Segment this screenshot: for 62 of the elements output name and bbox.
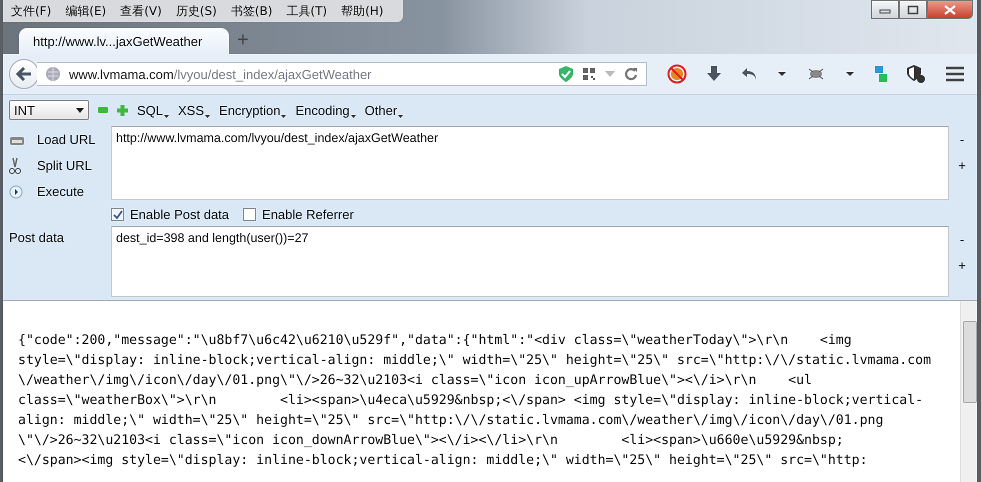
menu-item[interactable]: 帮助(H) [341,2,384,20]
response-text-line: style=\"display: inline-block;vertical-align: middle;\" width=\"25\" height=\"25\" src=\"http:\/\/static.lvmama.com [18,352,932,370]
type-select[interactable]: INT [9,100,89,120]
menu-item[interactable]: 工具(T) [286,2,328,20]
post-data-label: Post data [9,230,64,245]
dropdown-icon[interactable] [777,71,788,77]
response-text-line: {"code":200,"message":"\u8bf7\u6c42\u6210\u529f","data":{"html":"<div class=\"weatherToday\">\r\n <img [18,332,853,350]
menu-icon[interactable] [945,66,965,82]
menu-item[interactable]: 查看(V) [120,2,162,20]
checkbox-label: Enable Post data [130,207,230,222]
reload-icon[interactable] [624,67,638,81]
hackbar-menu[interactable]: Other [364,102,404,118]
resize-button[interactable]: - [960,130,964,150]
hackbar-menu[interactable]: XSS [178,102,210,118]
bug-icon[interactable] [806,66,826,82]
hackbar-menu[interactable]: Encryption [219,102,286,118]
maximize-button[interactable] [899,0,927,19]
shield-check-icon [558,65,574,83]
action-link[interactable]: Split URL [37,158,92,173]
menu-item[interactable]: 历史(S) [176,2,217,20]
caret-icon [281,114,286,118]
play-icon [9,184,25,198]
undo-icon[interactable] [740,66,758,82]
close-icon [943,4,957,14]
dropdown-icon[interactable] [844,71,855,77]
hackbar-menu[interactable]: Encoding [295,102,356,118]
scrollbar[interactable] [960,301,977,482]
checkbox-label: Enable Referrer [262,207,354,222]
maximize-icon [907,4,919,14]
minimize-button[interactable] [871,0,899,19]
menu-item[interactable]: 书签(B) [230,2,272,20]
back-arrow-icon [16,67,32,81]
checkbox[interactable] [243,208,256,221]
shield-icon[interactable] [906,64,926,84]
response-text-line: \"\/>26~32\u2103<i class=\"icon icon_downArrowBlue\"><\/i><\/li>\r\n <li><span>\u660e\u5929&nbsp; [18,432,845,450]
globe-icon [45,66,61,82]
checkbox[interactable] [111,208,124,221]
hackbar-menu[interactable]: SQL [137,102,170,118]
address-field[interactable]: www.lvmama.com/lvyou/dest_index/ajaxGetWeather [37,62,647,86]
resize-button[interactable]: - [960,230,964,250]
browser-tab[interactable]: http://www.lv...jaxGetWeather [19,28,229,54]
response-text-line: <\/span><img style=\"display: inline-block;vertical-align: middle;\" width=\"25\" height=\"25\" src=\"http: [18,452,869,470]
response-text-line: align: middle;\" width=\"25\" height=\"25\" src=\"http:\/\/static.lvmama.com\/weather\/img\/icon\/day\/01.png [18,412,884,430]
caret-icon [350,114,356,118]
close-button[interactable] [927,0,973,19]
dropdown-icon [76,108,84,112]
resize-button[interactable]: + [958,256,966,276]
caret-icon [164,114,170,118]
response-text-line: \/weather\/img\/icon\/day\/01.png\"\/>26~32\u2103<i class=\"icon icon_upArrowBlue\"><\/i>\r\n <ul [18,372,813,390]
url-textarea[interactable]: http://www.lvmama.com/lvyou/dest_index/ajaxGetWeather [111,126,949,200]
menu-item[interactable]: 文件(F) [11,2,52,20]
action-link[interactable]: Execute [37,184,84,199]
response-text-line: class=\"weatherBox\">\r\n <li><span>\u4eca\u5929&nbsp;<\/span> <img style=\"display: inline-block;vertical- [18,392,924,410]
download-icon[interactable] [706,65,722,83]
action-link[interactable]: Load URL [37,132,96,147]
qr-code-icon[interactable] [582,67,596,81]
menu-item[interactable]: 编辑(E) [65,2,106,20]
resize-button[interactable]: + [958,156,966,176]
caret-icon [205,114,210,118]
back-button[interactable] [9,59,39,89]
post-data-textarea[interactable]: dest_id=398 and length(user())=27 [111,226,949,297]
caret-icon [398,114,404,118]
